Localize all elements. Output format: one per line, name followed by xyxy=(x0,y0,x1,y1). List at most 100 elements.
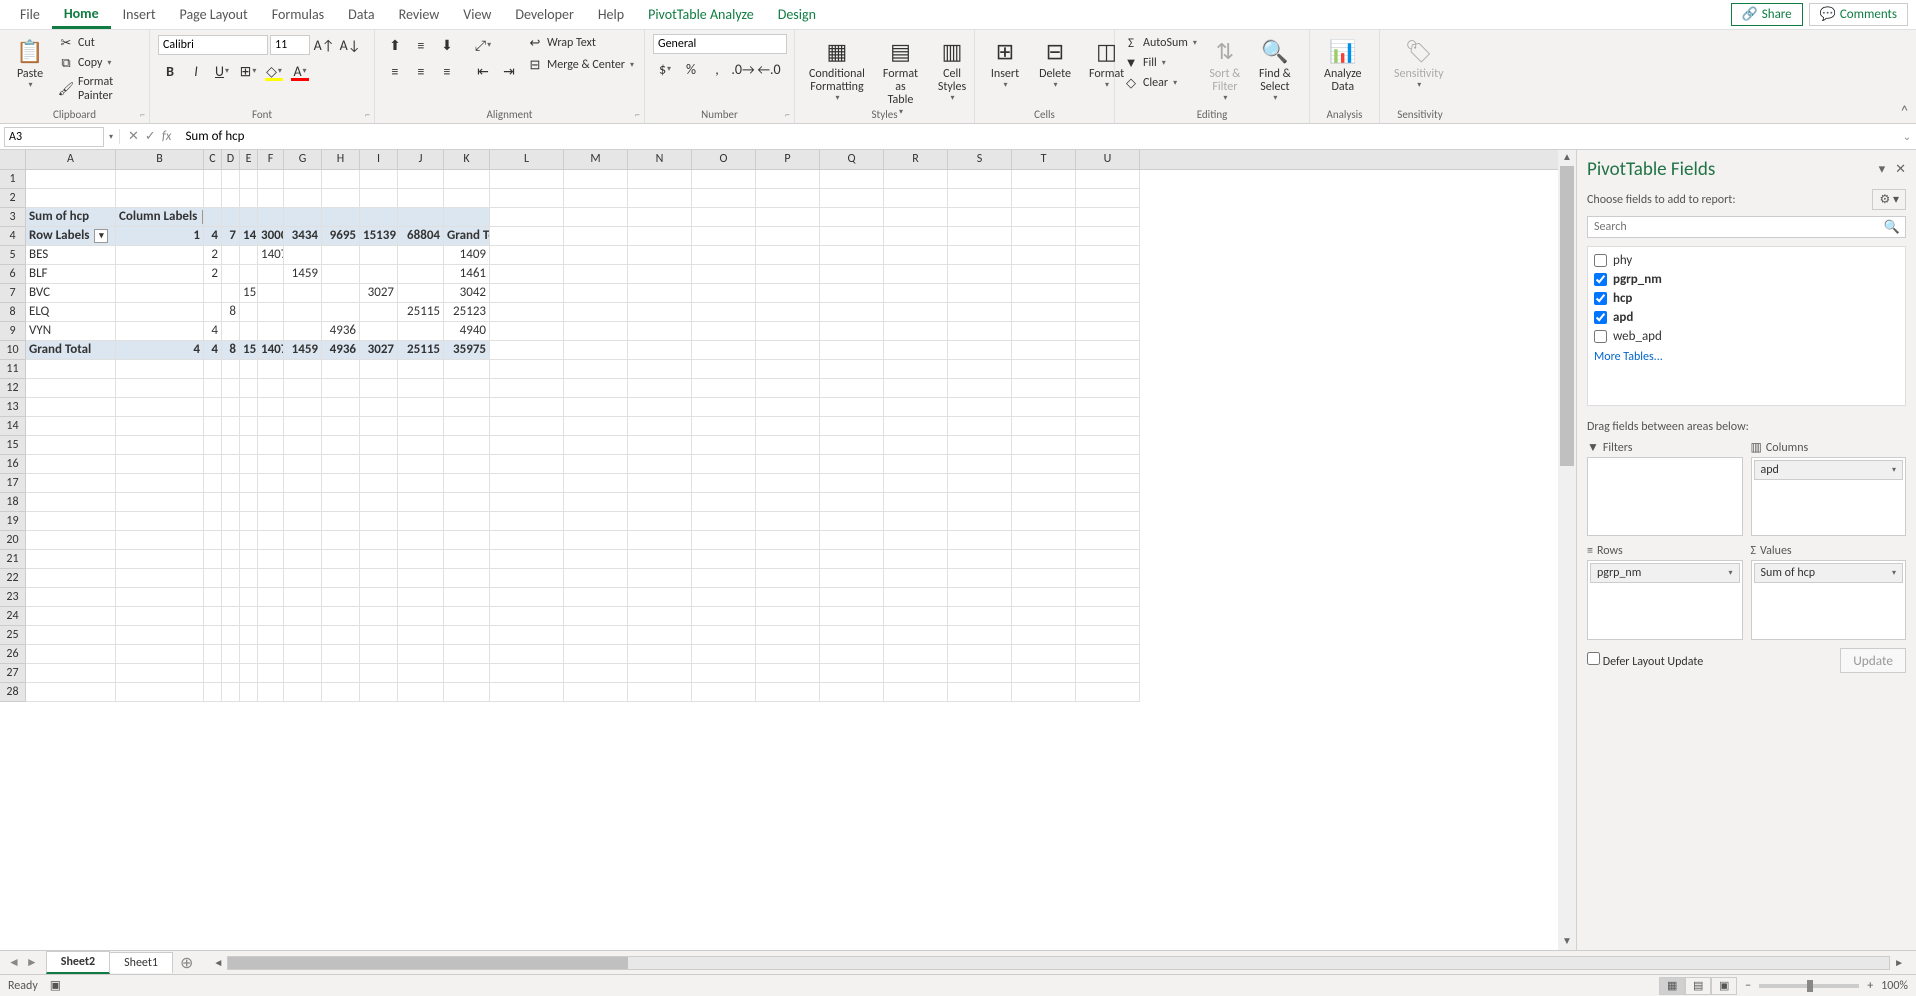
cell-N28[interactable] xyxy=(628,683,692,702)
cell-B9[interactable] xyxy=(116,322,204,341)
cell-C26[interactable] xyxy=(204,645,222,664)
cell-P10[interactable] xyxy=(756,341,820,360)
pane-dropdown-button[interactable]: ▾ xyxy=(1879,162,1886,177)
cell-U4[interactable] xyxy=(1076,227,1140,246)
cell-D25[interactable] xyxy=(222,626,240,645)
cell-P27[interactable] xyxy=(756,664,820,683)
cell-K14[interactable] xyxy=(444,417,490,436)
field-checkbox-phy[interactable] xyxy=(1594,254,1607,267)
cell-G22[interactable] xyxy=(284,569,322,588)
copy-button[interactable]: ⧉Copy▾ xyxy=(58,54,141,72)
cell-E28[interactable] xyxy=(240,683,258,702)
cell-C20[interactable] xyxy=(204,531,222,550)
values-drop-area[interactable]: Sum of hcp▾ xyxy=(1751,560,1907,640)
column-header-E[interactable]: E xyxy=(240,150,258,169)
hscroll-right[interactable]: ► xyxy=(1890,956,1908,969)
zoom-level[interactable]: 100% xyxy=(1881,979,1908,993)
cell-D23[interactable] xyxy=(222,588,240,607)
cell-N11[interactable] xyxy=(628,360,692,379)
cell-P16[interactable] xyxy=(756,455,820,474)
cell-B6[interactable] xyxy=(116,265,204,284)
cell-U18[interactable] xyxy=(1076,493,1140,512)
format-as-table-button[interactable]: ▤Format as Table▾ xyxy=(877,34,924,118)
cell-J14[interactable] xyxy=(398,417,444,436)
cell-E3[interactable] xyxy=(240,208,258,227)
cell-N22[interactable] xyxy=(628,569,692,588)
cell-I11[interactable] xyxy=(360,360,398,379)
cell-H4[interactable]: 9695 xyxy=(322,227,360,246)
cell-L10[interactable] xyxy=(490,341,564,360)
cell-K7[interactable]: 3042 xyxy=(444,284,490,303)
cell-G12[interactable] xyxy=(284,379,322,398)
cell-J15[interactable] xyxy=(398,436,444,455)
cell-E1[interactable] xyxy=(240,170,258,189)
cell-T15[interactable] xyxy=(1012,436,1076,455)
cell-B27[interactable] xyxy=(116,664,204,683)
cell-F2[interactable] xyxy=(258,189,284,208)
cell-O12[interactable] xyxy=(692,379,756,398)
zoom-out-button[interactable]: − xyxy=(1745,979,1751,993)
cell-O9[interactable] xyxy=(692,322,756,341)
cell-C27[interactable] xyxy=(204,664,222,683)
tab-review[interactable]: Review xyxy=(387,2,452,27)
cell-F22[interactable] xyxy=(258,569,284,588)
cell-U22[interactable] xyxy=(1076,569,1140,588)
cell-P9[interactable] xyxy=(756,322,820,341)
cell-H8[interactable] xyxy=(322,303,360,322)
cell-A12[interactable] xyxy=(26,379,116,398)
cell-P12[interactable] xyxy=(756,379,820,398)
cell-P13[interactable] xyxy=(756,398,820,417)
cell-T2[interactable] xyxy=(1012,189,1076,208)
column-header-L[interactable]: L xyxy=(490,150,564,169)
cell-O17[interactable] xyxy=(692,474,756,493)
cell-P11[interactable] xyxy=(756,360,820,379)
cell-L5[interactable] xyxy=(490,246,564,265)
cell-N3[interactable] xyxy=(628,208,692,227)
cell-G8[interactable] xyxy=(284,303,322,322)
cell-K24[interactable] xyxy=(444,607,490,626)
cell-B8[interactable] xyxy=(116,303,204,322)
cell-C1[interactable] xyxy=(204,170,222,189)
more-tables-link[interactable]: More Tables... xyxy=(1592,346,1901,368)
cell-U28[interactable] xyxy=(1076,683,1140,702)
cell-K16[interactable] xyxy=(444,455,490,474)
cell-Q25[interactable] xyxy=(820,626,884,645)
cell-T20[interactable] xyxy=(1012,531,1076,550)
row-header-11[interactable]: 11 xyxy=(0,360,26,379)
enter-formula-button[interactable]: ✓ xyxy=(145,129,156,144)
cell-H10[interactable]: 4936 xyxy=(322,341,360,360)
cell-K13[interactable] xyxy=(444,398,490,417)
cell-M13[interactable] xyxy=(564,398,628,417)
cell-P28[interactable] xyxy=(756,683,820,702)
pane-close-button[interactable]: ✕ xyxy=(1895,162,1906,177)
cell-N7[interactable] xyxy=(628,284,692,303)
cell-B20[interactable] xyxy=(116,531,204,550)
cell-B16[interactable] xyxy=(116,455,204,474)
cell-I26[interactable] xyxy=(360,645,398,664)
field-item-pgrp_nm[interactable]: pgrp_nm xyxy=(1592,270,1901,289)
vertical-scrollbar[interactable]: ▲ ▼ xyxy=(1558,150,1576,950)
cell-I21[interactable] xyxy=(360,550,398,569)
cell-Q8[interactable] xyxy=(820,303,884,322)
cell-S2[interactable] xyxy=(948,189,1012,208)
cell-R2[interactable] xyxy=(884,189,948,208)
cell-D18[interactable] xyxy=(222,493,240,512)
cell-A10[interactable]: Grand Total xyxy=(26,341,116,360)
cell-O19[interactable] xyxy=(692,512,756,531)
cell-U14[interactable] xyxy=(1076,417,1140,436)
cell-J9[interactable] xyxy=(398,322,444,341)
cell-K1[interactable] xyxy=(444,170,490,189)
cell-N17[interactable] xyxy=(628,474,692,493)
cell-J17[interactable] xyxy=(398,474,444,493)
cell-I12[interactable] xyxy=(360,379,398,398)
cell-B17[interactable] xyxy=(116,474,204,493)
cell-H22[interactable] xyxy=(322,569,360,588)
comments-button[interactable]: 💬Comments xyxy=(1809,3,1908,26)
cell-M23[interactable] xyxy=(564,588,628,607)
cell-P5[interactable] xyxy=(756,246,820,265)
cell-C25[interactable] xyxy=(204,626,222,645)
cell-U12[interactable] xyxy=(1076,379,1140,398)
sheet-tab-sheet2[interactable]: Sheet2 xyxy=(46,951,110,974)
tab-developer[interactable]: Developer xyxy=(503,2,585,27)
cell-R24[interactable] xyxy=(884,607,948,626)
